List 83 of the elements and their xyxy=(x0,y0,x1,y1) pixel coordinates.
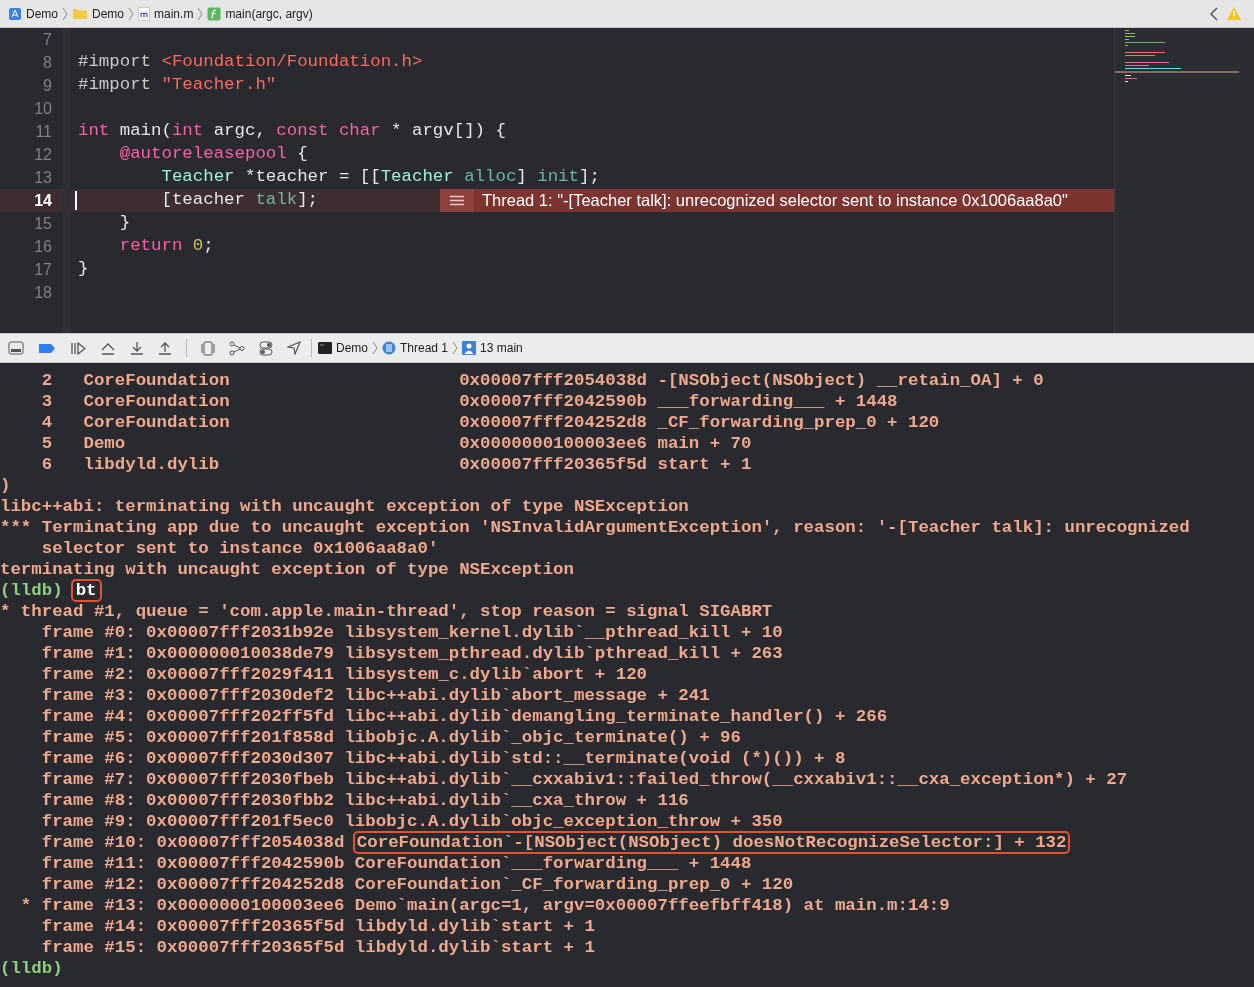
breakpoint-icon[interactable] xyxy=(38,342,56,354)
line-number: 17 xyxy=(33,259,52,280)
path-item[interactable]: Demo xyxy=(26,4,58,23)
app-icon xyxy=(8,6,22,21)
path-item[interactable]: Thread 1 xyxy=(400,339,449,357)
console-text: 3 CoreFoundation 0x00007fff2042590b ___forwarding___ + 1448 xyxy=(40,392,898,411)
line-number: 14 xyxy=(33,190,52,211)
lldb-prompt: (lldb) xyxy=(0,959,63,978)
path-item[interactable]: 13 main xyxy=(480,339,523,357)
chevron-left-icon[interactable] xyxy=(1210,6,1218,21)
console-text: frame #15: 0x00007fff20365f5d libdyld.dylib`start + 1 xyxy=(40,938,595,957)
console-text: frame #10: 0x00007fff2054038d xyxy=(40,833,346,852)
continue-icon[interactable] xyxy=(70,341,86,355)
console-text: frame #12: 0x00007fff204252d8 CoreFoundation`_CF_forwarding_prep_0 + 120 xyxy=(40,875,794,894)
thread-icon xyxy=(382,341,396,355)
error-message: Thread 1: "-[Teacher talk]: unrecognized selector sent to instance 0x1006aa8a0" xyxy=(482,190,1068,212)
code-line: #import "Teacher.h" xyxy=(78,74,277,97)
line-number: 10 xyxy=(33,98,52,119)
path-item[interactable]: main.m xyxy=(154,4,194,23)
chevron-right-icon xyxy=(128,6,135,21)
person-frame-icon xyxy=(462,341,477,355)
chevron-right-icon xyxy=(62,6,68,21)
console-text: frame #11: 0x00007fff2042590b CoreFoundation`___forwarding___ + 1448 xyxy=(40,854,752,873)
line-number: 8 xyxy=(42,52,52,73)
code-line: } xyxy=(78,258,89,281)
objc-file-icon xyxy=(138,6,151,21)
console-toggle-icon[interactable] xyxy=(8,341,24,355)
code-line: [teacher talk]; xyxy=(160,189,319,212)
line-number: 18 xyxy=(33,282,52,303)
line-number: 12 xyxy=(33,144,52,165)
console-text: frame #1: 0x000000010038de79 libsystem_pthread.dylib`pthread_kill + 263 xyxy=(40,644,783,663)
console-text: ) xyxy=(0,476,11,495)
console-text: 6 libdyld.dylib 0x00007fff20365f5d start + 1 xyxy=(40,455,752,474)
line-number: 7 xyxy=(42,29,52,50)
line-number: 11 xyxy=(34,121,52,142)
error-list-icon[interactable] xyxy=(449,195,465,206)
step-out-icon[interactable] xyxy=(158,341,172,355)
text-cursor xyxy=(75,191,77,210)
step-over-icon[interactable] xyxy=(100,341,116,355)
console-text: *** Terminating app due to uncaught exception 'NSInvalidArgumentException', reason: '-[Teacher talk]: unrecognized xyxy=(0,518,1190,537)
console-text: * frame #13: 0x0000000100003ee6 Demo`main(argc=1, argv=0x00007ffeefbff418) at main.m:14:9 xyxy=(19,896,950,915)
console-text: frame #2: 0x00007fff2029f411 libsystem_c.dylib`abort + 120 xyxy=(40,665,648,684)
console-text: terminating with uncaught exception of type NSException xyxy=(0,560,574,579)
folder-icon xyxy=(72,7,88,20)
chevron-right-icon xyxy=(197,6,204,21)
function-icon xyxy=(207,6,222,21)
line-number: 9 xyxy=(42,75,52,96)
chevron-right-icon xyxy=(372,341,378,355)
path-item[interactable]: Demo xyxy=(336,339,368,357)
terminal-icon xyxy=(318,342,332,354)
path-item[interactable]: Demo xyxy=(92,4,125,23)
line-number: 13 xyxy=(33,167,52,188)
lldb-command: bt xyxy=(72,581,100,600)
line-number: 15 xyxy=(33,213,52,234)
console-text: frame #7: 0x00007fff2030fbeb libc++abi.dylib`__cxxabiv1::failed_throw(__cxxabiv1::__cxa_exception*) + 27 xyxy=(40,770,1128,789)
console-text: frame #4: 0x00007fff202ff5fd libc++abi.dylib`demangling_terminate_handler() + 266 xyxy=(40,707,888,726)
code-line: #import <Foundation/Foundation.h> xyxy=(78,51,423,74)
step-into-icon[interactable] xyxy=(130,341,144,355)
console-text: frame #14: 0x00007fff20365f5d libdyld.dylib`start + 1 xyxy=(40,917,595,936)
console-text: frame #0: 0x00007fff2031b92e libsystem_kernel.dylib`__pthread_kill + 10 xyxy=(40,623,783,642)
code-line: int main(int argc, const char * argv[]) { xyxy=(78,120,506,143)
location-arrow-icon[interactable] xyxy=(287,341,301,355)
console-text: 5 Demo 0x0000000100003ee6 main + 70 xyxy=(40,434,752,453)
path-item[interactable]: main(argc, argv) xyxy=(225,4,313,23)
console-text: * thread #1, queue = 'com.apple.main-thread', stop reason = signal SIGABRT xyxy=(0,602,773,621)
code-line: return 0; xyxy=(118,235,214,258)
console-text: frame #9: 0x00007fff201f5ec0 libobjc.A.dylib`objc_exception_throw + 350 xyxy=(40,812,783,831)
console-text: libc++abi: terminating with uncaught exception of type NSException xyxy=(0,497,689,516)
console-text: 2 CoreFoundation 0x00007fff2054038d -[NSObject(NSObject) __retain_OA] + 0 xyxy=(40,371,1044,390)
memory-graph-icon[interactable] xyxy=(229,340,245,356)
console-text: frame #8: 0x00007fff2030fbb2 libc++abi.dylib`__cxa_throw + 116 xyxy=(40,791,689,810)
console-text: frame #3: 0x00007fff2030def2 libc++abi.dylib`abort_message + 241 xyxy=(40,686,710,705)
code-line: Teacher *teacher = [[Teacher alloc] init]; xyxy=(160,166,600,189)
chevron-right-icon xyxy=(452,341,459,355)
console-text: frame #6: 0x00007fff2030d307 libc++abi.dylib`std::__terminate(void (*)()) + 8 xyxy=(40,749,846,768)
environment-toggle-icon[interactable] xyxy=(259,340,273,356)
console-text: frame #5: 0x00007fff201f858d libobjc.A.dylib`_objc_terminate() + 96 xyxy=(40,728,741,747)
code-line: @autoreleasepool { xyxy=(118,143,308,166)
line-number: 16 xyxy=(33,236,52,257)
console-text: selector sent to instance 0x1006aa8a0' xyxy=(40,539,439,558)
console-text: 4 CoreFoundation 0x00007fff204252d8 _CF_forwarding_prep_0 + 120 xyxy=(40,413,940,432)
code-line: } xyxy=(118,212,131,235)
lldb-prompt: (lldb) xyxy=(0,581,63,600)
